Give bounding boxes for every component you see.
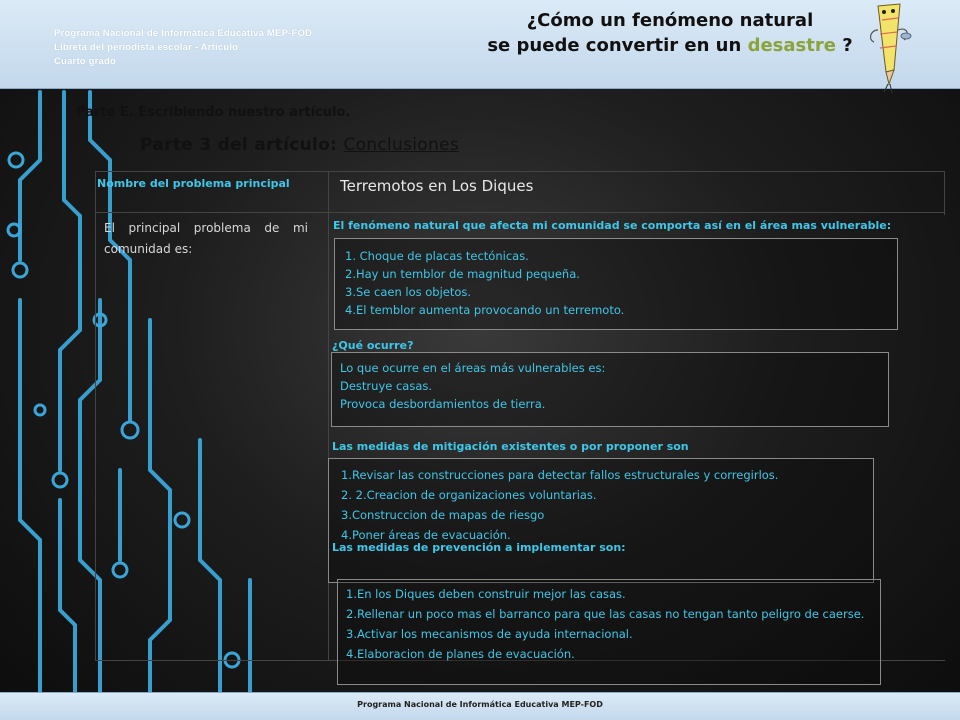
footer-text: Programa Nacional de Informática Educati… [357,700,603,709]
mitigation-label: Las medidas de mitigación existentes o p… [332,440,689,453]
main-problem-label: El principal problema de mi comunidad es… [104,221,308,256]
subsection-heading: Parte 3 del artículo: Conclusiones [140,135,459,155]
phenomenon-box: 1. Choque de placas tectónicas. 2.Hay un… [334,238,898,330]
section-heading: Parte E. Escribiendo nuestro artículo. [76,105,351,120]
slide: Programa Nacional de Informática Educati… [0,0,960,720]
list-item: 3.Activar los mecanismos de ayuda intern… [346,627,633,641]
list-item: 4.El temblor aumenta provocando un terre… [345,303,625,317]
list-item: 3.Construccion de mapas de riesgo [341,508,545,522]
list-item: Destruye casas. [340,379,433,393]
title-line-2: se puede convertir en un desastre ? [420,33,920,58]
list-item: 3.Se caen los objetos. [345,285,472,299]
list-item: 1.Revisar las construcciones para detect… [341,468,779,482]
what-happens-box: Lo que ocurre en el áreas más vulnerable… [331,352,889,427]
list-item: 2.Hay un temblor de magnitud pequeña. [345,267,580,281]
prevention-label: Las medidas de prevención a implementar … [332,541,626,554]
title-line-1: ¿Cómo un fenómeno natural [526,10,814,31]
program-info: Programa Nacional de Informática Educati… [54,27,312,69]
title-text: se puede convertir en un [487,35,748,56]
table-border [95,171,96,660]
mitigation-box: 1.Revisar las construcciones para detect… [328,458,874,583]
pencil-mascot-icon [869,3,912,94]
header-band: Programa Nacional de Informática Educati… [0,0,960,94]
list-item: 1.En los Diques deben construir mejor la… [346,587,626,601]
title-text-end: ? [835,35,853,56]
list-item: Lo que ocurre en el áreas más vulnerable… [340,361,606,375]
prevention-box: 1.En los Diques deben construir mejor la… [337,579,881,685]
list-item: 4.Elaboracion de planes de evacuación. [346,647,575,661]
list-item: 2. 2.Creacion de organizaciones voluntar… [341,488,597,502]
table-border [95,212,945,213]
table-border [328,171,329,660]
table-border [95,171,945,172]
title-accent: desastre [747,35,836,56]
problem-name-label: Nombre del problema principal [97,177,290,190]
footer-band: Programa Nacional de Informática Educati… [0,692,960,720]
what-happens-label: ¿Qué ocurre? [332,339,414,352]
conclusiones-link[interactable]: Conclusiones [343,135,459,155]
phenomenon-label: El fenómeno natural que afecta mi comuni… [333,219,892,232]
page-title: ¿Cómo un fenómeno natural se puede conve… [420,8,920,58]
subsection-prefix: Parte 3 del artículo: [140,135,344,155]
list-item: Provoca desbordamientos de tierra. [340,397,546,411]
program-line: Libreta del periodista escolar - Artícul… [54,42,239,53]
list-item: 2.Rellenar un poco mas el barranco para … [346,607,865,621]
list-item: 1. Choque de placas tectónicas. [345,249,529,263]
program-line: Programa Nacional de Informática Educati… [54,28,313,39]
program-line: Cuarto grado [54,56,117,67]
problem-name-value: Terremotos en Los Diques [340,177,534,195]
table-border [944,171,945,215]
